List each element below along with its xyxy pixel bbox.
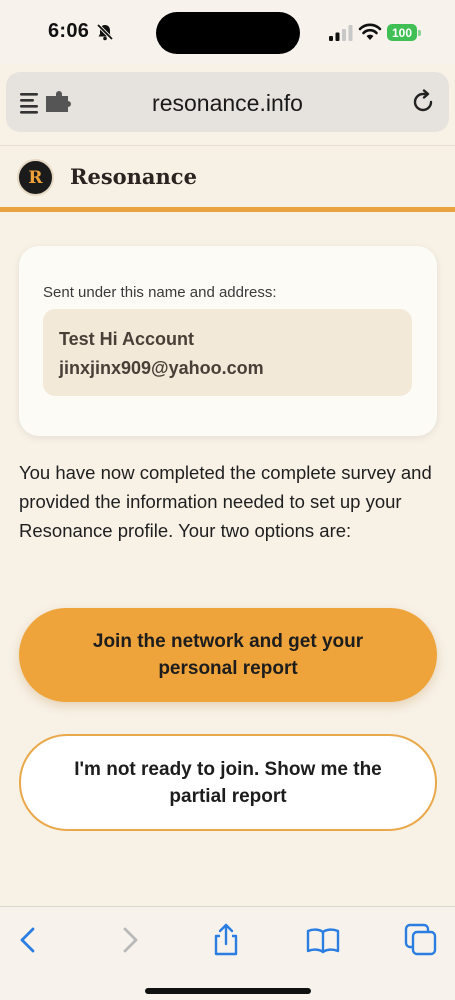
show-partial-report-button[interactable]: I'm not ready to join. Show me the parti…: [19, 734, 437, 831]
status-bar: 6:06 100: [0, 0, 455, 64]
join-network-label: Join the network and get your personal r…: [92, 631, 364, 679]
brand-name[interactable]: Resonance: [70, 164, 197, 189]
completion-message: You have now completed the complete surv…: [19, 462, 432, 541]
battery-level: 100: [387, 24, 417, 41]
back-icon[interactable]: [12, 923, 46, 957]
home-indicator[interactable]: [145, 988, 311, 994]
cellular-signal-icon: [329, 25, 353, 41]
share-icon[interactable]: [209, 923, 243, 957]
sender-label: Sent under this name and address:: [43, 284, 277, 301]
wifi-icon: [358, 23, 382, 40]
site-header: R Resonance: [0, 145, 455, 207]
reload-icon[interactable]: [410, 89, 436, 115]
battery-icon: 100: [387, 22, 421, 42]
forward-icon[interactable]: [112, 923, 146, 957]
dynamic-island: [156, 12, 300, 54]
bookmarks-icon[interactable]: [306, 923, 340, 957]
sender-card: Sent under this name and address: Test H…: [19, 246, 437, 436]
url-text[interactable]: resonance.info: [6, 90, 449, 117]
sender-details: Test Hi Account jinxjinx909@yahoo.com: [43, 309, 412, 396]
address-bar[interactable]: resonance.info: [6, 72, 449, 132]
resonance-logo[interactable]: R: [17, 159, 54, 196]
sender-name: Test Hi Account: [59, 329, 195, 349]
join-network-button[interactable]: Join the network and get your personal r…: [19, 608, 437, 702]
bell-muted-icon: [96, 23, 114, 41]
status-time: 6:06: [48, 20, 90, 42]
sender-email: jinxjinx909@yahoo.com: [59, 358, 264, 378]
header-accent-line: [0, 207, 455, 212]
tabs-icon[interactable]: [404, 923, 438, 957]
browser-toolbar: [0, 906, 455, 1000]
show-partial-report-label: I'm not ready to join. Show me the parti…: [74, 758, 382, 807]
